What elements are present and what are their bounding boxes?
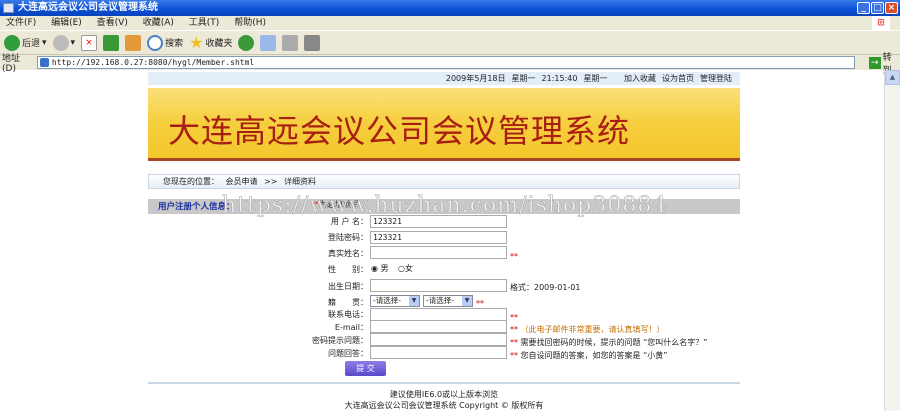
forward-button[interactable]: ▾ xyxy=(52,34,75,51)
footer-divider xyxy=(148,382,740,384)
scroll-up-icon[interactable]: ▲ xyxy=(885,70,900,85)
answer-label: 问题回答： xyxy=(328,349,368,358)
question-label: 密码提示问题： xyxy=(312,336,368,345)
stop-icon[interactable]: × xyxy=(81,34,98,51)
birthday-input[interactable] xyxy=(370,279,507,292)
search-button[interactable]: 搜索 xyxy=(147,34,184,51)
question-required: ** xyxy=(510,338,518,347)
address-label: 地址(D) xyxy=(2,54,21,74)
toolbar: 后退 ▾ ▾ × 搜索 ★ 收藏夹 xyxy=(0,30,900,55)
address-url: http://192.168.0.27:8080/hygl/Member.sht… xyxy=(51,58,255,67)
answer-required: ** xyxy=(510,351,518,360)
email-label: E-mail： xyxy=(334,323,368,332)
set-homepage-link[interactable]: 设为首页 xyxy=(662,74,694,83)
window-title: 大连高远会议公司会议管理系统 xyxy=(18,2,158,13)
mail-icon[interactable] xyxy=(260,34,277,51)
search-icon xyxy=(147,34,164,51)
date-text: 2009年5月18日 xyxy=(445,74,506,83)
password-input[interactable]: 123321 xyxy=(370,231,507,244)
gender-male-label: 男 xyxy=(380,264,389,273)
history-icon[interactable] xyxy=(238,34,255,51)
window-title-bar: 大连高远会议公司会议管理系统 _ □ × xyxy=(0,0,900,16)
minimize-button[interactable]: _ xyxy=(857,2,870,14)
username-label: 用 户 名： xyxy=(330,217,368,226)
password-label: 登陆密码： xyxy=(328,233,368,242)
question-hint: 需要找回密码的时候，提示的问题 “您叫什么名字？” xyxy=(520,338,708,347)
city-select-value: -请选择- xyxy=(426,296,454,305)
back-button[interactable]: 后退 ▾ xyxy=(4,34,47,51)
ie-page-icon xyxy=(3,3,14,13)
refresh-icon[interactable] xyxy=(103,34,120,51)
phone-required: ** xyxy=(510,313,518,322)
gender-male-radio[interactable]: ◉ 男 xyxy=(371,263,389,274)
menu-bar: 文件(F) 编辑(E) 查看(V) 收藏(A) 工具(T) 帮助(H) ⊞ xyxy=(0,16,900,30)
address-bar: 地址(D) http://192.168.0.27:8080/hygl/Memb… xyxy=(0,53,900,76)
menu-help[interactable]: 帮助(H) xyxy=(234,18,266,28)
realname-required: ** xyxy=(510,252,518,261)
home-icon[interactable] xyxy=(125,34,142,51)
menu-tools[interactable]: 工具(T) xyxy=(189,18,220,28)
chevron-down-icon: ▼ xyxy=(409,296,419,306)
vertical-scrollbar[interactable]: ▲ xyxy=(884,70,900,411)
top-info-bar: 2009年5月18日 星期一 21:15:40 星期一 加入收藏 设为首页 管理登陆 xyxy=(148,72,740,85)
email-hint: （此电子邮件非常重要，请认真填写！） xyxy=(520,325,665,334)
menu-file[interactable]: 文件(F) xyxy=(6,18,36,28)
gender-label: 性 别： xyxy=(328,265,368,274)
print-icon[interactable] xyxy=(282,34,299,51)
footer-copyright: 大连高远会议公司会议管理系统 Copyright © 版权所有 xyxy=(344,401,544,410)
breadcrumb-member-apply[interactable]: 会员申请 xyxy=(226,177,258,186)
star-icon: ★ xyxy=(189,33,204,52)
birthday-hint: 格式：2009-01-01 xyxy=(510,283,581,292)
address-input[interactable]: http://192.168.0.27:8080/hygl/Member.sht… xyxy=(36,56,856,69)
favorites-label: 收藏夹 xyxy=(205,39,233,49)
forward-arrow-icon xyxy=(52,34,69,51)
breadcrumb-prefix: 您现在的位置： xyxy=(163,177,219,186)
page-icon xyxy=(39,58,49,67)
time-text: 21:15:40 xyxy=(541,74,578,83)
answer-hint: 您自设问题的答案，如您的答案是 “小黄” xyxy=(520,351,668,360)
chevron-down-icon: ▼ xyxy=(462,296,472,306)
origin-required: ** xyxy=(476,299,484,308)
email-required: ** xyxy=(510,325,518,334)
province-select-value: -请选择- xyxy=(373,296,401,305)
email-input[interactable] xyxy=(370,320,507,333)
birthday-label: 出生日期： xyxy=(328,282,368,291)
close-button[interactable]: × xyxy=(885,2,898,14)
menu-edit[interactable]: 编辑(E) xyxy=(51,18,82,28)
breadcrumb-details: 详细资料 xyxy=(284,177,317,186)
maximize-button[interactable]: □ xyxy=(871,2,884,14)
footer-browser-note: 建议使用IE6.0或以上版本浏览 xyxy=(389,390,499,399)
back-arrow-icon xyxy=(4,34,20,51)
admin-login-link[interactable]: 管理登陆 xyxy=(700,74,732,83)
phone-label: 联系电话： xyxy=(328,310,368,319)
realname-input[interactable] xyxy=(370,246,507,259)
menu-favorites[interactable]: 收藏(A) xyxy=(143,18,174,28)
add-favorite-link[interactable]: 加入收藏 xyxy=(624,74,656,83)
gender-female-label: 女 xyxy=(404,264,413,273)
breadcrumb-separator: >> xyxy=(264,177,278,186)
answer-input[interactable] xyxy=(370,346,507,359)
go-arrow-icon: → xyxy=(869,56,881,69)
breadcrumb: 您现在的位置： 会员申请 >> 详细资料 xyxy=(148,174,740,189)
realname-label: 真实姓名： xyxy=(328,249,368,258)
site-banner: 大连高远会议公司会议管理系统 xyxy=(148,88,740,161)
menu-view[interactable]: 查看(V) xyxy=(97,18,128,28)
province-select[interactable]: -请选择- ▼ xyxy=(370,295,420,307)
city-select[interactable]: -请选择- ▼ xyxy=(423,295,473,307)
weekday-text: 星期一 xyxy=(511,74,536,83)
username-input[interactable]: 123321 xyxy=(370,215,507,228)
back-label: 后退 xyxy=(22,39,41,49)
origin-label: 籍 贯： xyxy=(328,298,368,307)
submit-button[interactable]: 提 交 xyxy=(345,361,386,376)
edit-icon[interactable] xyxy=(304,34,321,51)
question-input[interactable] xyxy=(370,333,507,346)
banner-title: 大连高远会议公司会议管理系统 xyxy=(168,112,631,150)
search-label: 搜索 xyxy=(165,39,184,49)
windows-logo-icon: ⊞ xyxy=(872,16,890,30)
gender-female-radio[interactable]: ○女 xyxy=(398,263,413,274)
favorites-button[interactable]: ★ 收藏夹 xyxy=(189,33,232,52)
weekday-text-2: 星期一 xyxy=(583,74,608,83)
